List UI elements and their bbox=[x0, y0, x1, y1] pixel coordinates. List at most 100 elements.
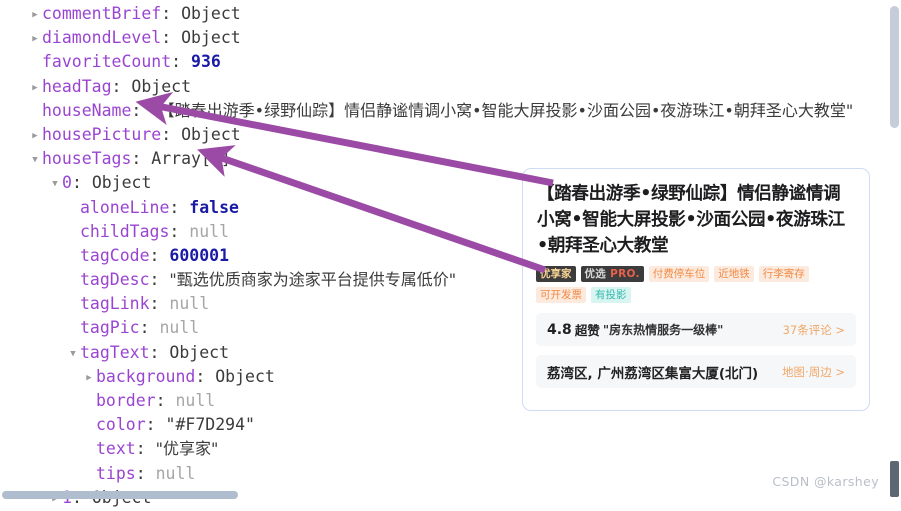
disclosure-spacer: ▶ bbox=[66, 293, 80, 317]
house-tag-label: 近地铁 bbox=[718, 268, 750, 280]
tree-row[interactable]: ▶ diamondLevel: Object bbox=[0, 26, 901, 50]
vertical-scrollbar-thumb[interactable] bbox=[890, 6, 899, 128]
tree-key: tagCode bbox=[80, 245, 150, 265]
house-tag: 付费停车位 bbox=[648, 266, 710, 282]
tree-value: Object bbox=[131, 76, 192, 96]
house-tag: 优享家 bbox=[536, 266, 576, 282]
tree-value: Array[7] bbox=[151, 149, 231, 169]
tree-colon: : bbox=[161, 28, 182, 48]
tree-key: aloneLine bbox=[80, 197, 170, 217]
tree-value: null bbox=[175, 391, 216, 410]
horizontal-scrollbar-track[interactable] bbox=[0, 489, 888, 501]
house-tag-suffix: PRO. bbox=[610, 268, 640, 280]
tree-key: 0 bbox=[62, 173, 72, 193]
house-preview-card: 【踏春出游季•绿野仙踪】情侣静谧情调小窝•智能大屏投影•沙面公园•夜游珠江•朝拜… bbox=[522, 168, 870, 411]
tree-row[interactable]: ▶ headTag: Object bbox=[0, 75, 901, 99]
house-tag: 可开发票 bbox=[536, 287, 586, 303]
review-score: 4.8 bbox=[547, 321, 572, 338]
tree-key: commentBrief bbox=[42, 4, 162, 23]
disclosure-triangle-closed-icon[interactable]: ▶ bbox=[28, 124, 42, 148]
tree-key: background bbox=[96, 366, 196, 386]
tree-row[interactable]: ▶text: "优享家" bbox=[0, 437, 901, 461]
disclosure-spacer: ▶ bbox=[66, 317, 80, 341]
tree-value: Object bbox=[181, 28, 241, 48]
tree-value: null bbox=[159, 318, 200, 338]
tree-key: diamondLevel bbox=[42, 28, 162, 48]
tree-value: Object bbox=[181, 124, 241, 144]
tree-colon: : bbox=[149, 294, 170, 314]
disclosure-spacer: ▶ bbox=[82, 390, 96, 414]
tree-value: Object bbox=[169, 342, 230, 362]
tree-key: tagText bbox=[80, 342, 150, 362]
tree-value: null bbox=[189, 221, 230, 241]
house-tag-label: 有投影 bbox=[595, 289, 627, 301]
disclosure-triangle-closed-icon[interactable]: ▶ bbox=[82, 366, 96, 390]
tree-row[interactable]: ▶favoriteCount: 936 bbox=[0, 50, 901, 74]
horizontal-scrollbar-thumb[interactable] bbox=[2, 491, 238, 499]
tree-row[interactable]: ▶ commentBrief: Object bbox=[0, 2, 901, 26]
tree-colon: : bbox=[145, 415, 166, 435]
disclosure-spacer: ▶ bbox=[66, 269, 80, 293]
tree-key: tagLink bbox=[80, 294, 150, 314]
tree-colon: : bbox=[71, 173, 92, 193]
house-tag-label: 可开发票 bbox=[540, 289, 582, 301]
location-address: 荔湾区, 广州荔湾区集富大厦(北门) bbox=[547, 365, 759, 382]
review-summary-row[interactable]: 4.8 超赞 "房东热情服务一级棒" 37条评论 > bbox=[536, 313, 856, 346]
tree-key: houseTags bbox=[42, 149, 132, 169]
house-tag-list: 优享家 优选 PRO. 付费停车位 近地铁 行李寄存可开发票 有投影 bbox=[536, 266, 856, 303]
tree-key: tips bbox=[96, 463, 136, 483]
tree-key: text bbox=[96, 439, 136, 459]
tree-key: headTag bbox=[42, 76, 112, 96]
tree-colon: : bbox=[149, 270, 170, 290]
tree-value: Object bbox=[215, 366, 275, 386]
tree-row[interactable]: ▶tips: null bbox=[0, 462, 901, 486]
tree-value: "【踏春出游季•绿野仙踪】情侣静谧情调小窝•智能大屏投影•沙面公园•夜游珠江•朝… bbox=[151, 100, 854, 120]
tree-row[interactable]: ▶ housePicture: Object bbox=[0, 123, 901, 147]
house-tag-label: 付费停车位 bbox=[652, 268, 706, 280]
tree-colon: : bbox=[111, 76, 132, 96]
house-tag-label: 行李寄存 bbox=[762, 268, 805, 280]
disclosure-triangle-open-icon[interactable]: ▼ bbox=[48, 172, 62, 196]
map-nearby-link[interactable]: 地图·周边 > bbox=[782, 364, 845, 380]
review-count-link[interactable]: 37条评论 > bbox=[783, 322, 845, 338]
watermark-label: CSDN @karshey bbox=[772, 474, 879, 489]
disclosure-spacer: ▶ bbox=[66, 245, 80, 269]
disclosure-triangle-closed-icon[interactable]: ▶ bbox=[28, 27, 42, 51]
tree-colon: : bbox=[195, 366, 216, 386]
tree-colon: : bbox=[135, 463, 156, 483]
house-tag: 行李寄存 bbox=[758, 266, 809, 282]
tree-colon: : bbox=[169, 197, 190, 217]
tree-colon: : bbox=[171, 52, 192, 72]
disclosure-spacer: ▶ bbox=[82, 414, 96, 438]
tree-row[interactable]: ▶houseName: "【踏春出游季•绿野仙踪】情侣静谧情调小窝•智能大屏投影… bbox=[0, 99, 901, 123]
tree-value: null bbox=[155, 463, 196, 483]
disclosure-triangle-open-icon[interactable]: ▼ bbox=[28, 148, 42, 172]
tree-colon: : bbox=[149, 245, 170, 265]
location-row[interactable]: 荔湾区, 广州荔湾区集富大厦(北门) 地图·周边 > bbox=[536, 355, 856, 388]
disclosure-triangle-open-icon[interactable]: ▼ bbox=[66, 342, 80, 366]
tree-value: "甄选优质商家为途家平台提供专属低价" bbox=[169, 270, 457, 290]
tree-key: housePicture bbox=[42, 124, 162, 144]
tree-value: Object bbox=[181, 4, 241, 23]
disclosure-spacer: ▶ bbox=[66, 197, 80, 221]
tree-value: 936 bbox=[191, 52, 221, 72]
disclosure-triangle-closed-icon[interactable]: ▶ bbox=[28, 3, 42, 27]
house-tag-label: 优选 bbox=[584, 268, 607, 280]
vertical-scrollbar-track[interactable] bbox=[888, 0, 901, 501]
tree-colon: : bbox=[131, 100, 152, 120]
tree-key: houseName bbox=[42, 100, 132, 120]
disclosure-spacer: ▶ bbox=[82, 438, 96, 462]
tree-value: "#F7D294" bbox=[165, 415, 255, 435]
tree-row[interactable]: ▶color: "#F7D294" bbox=[0, 413, 901, 437]
tree-colon: : bbox=[135, 439, 156, 459]
tree-colon: : bbox=[161, 4, 182, 23]
tree-value: null bbox=[169, 294, 210, 314]
disclosure-triangle-closed-icon[interactable]: ▶ bbox=[28, 76, 42, 100]
house-tag: 有投影 bbox=[591, 287, 631, 303]
tree-colon: : bbox=[149, 342, 170, 362]
disclosure-spacer: ▶ bbox=[28, 51, 42, 75]
house-tag: 优选 PRO. bbox=[580, 266, 644, 282]
tree-key: color bbox=[96, 415, 146, 435]
tree-key: favoriteCount bbox=[42, 52, 172, 72]
tree-value: Object bbox=[91, 173, 152, 193]
